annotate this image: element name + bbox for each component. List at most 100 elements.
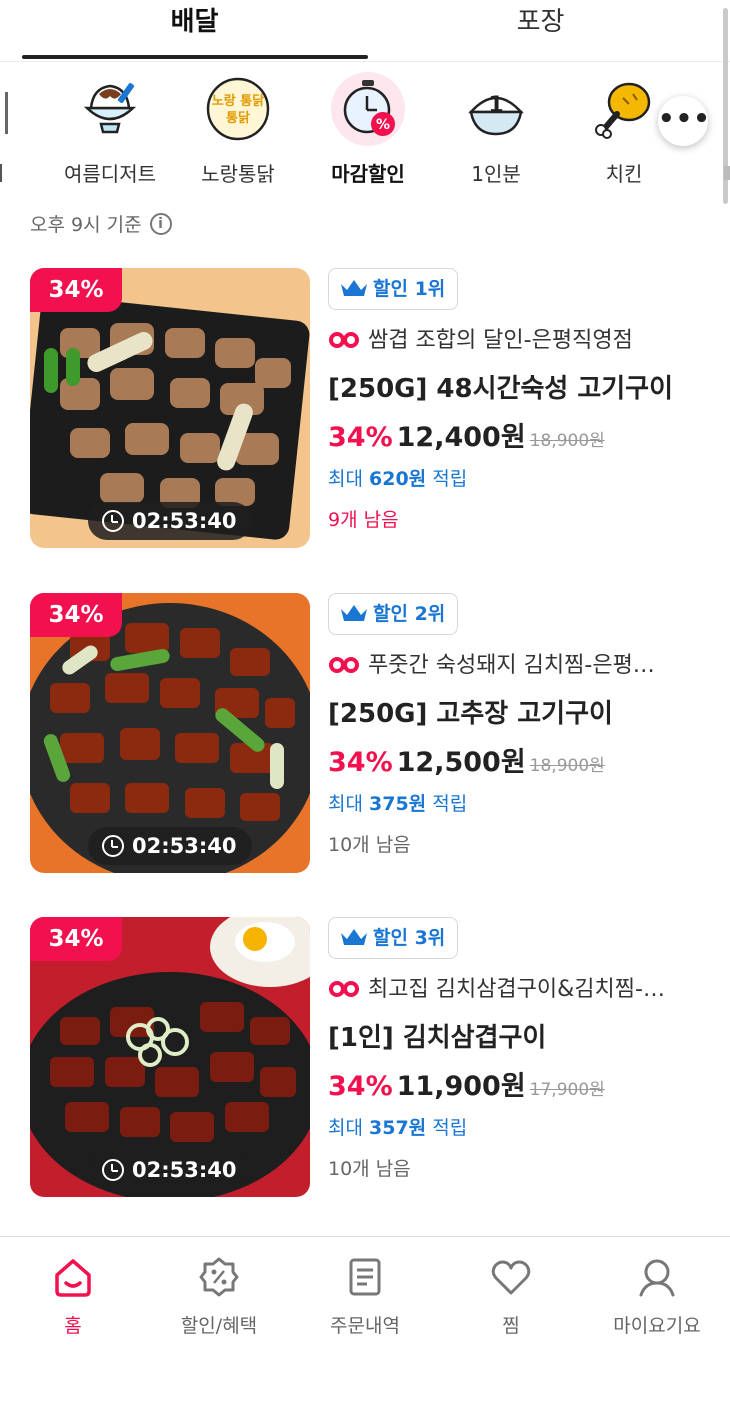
bottom-navigation: 홈 할인/혜택 주문내역 찜 마이요기요: [0, 1236, 730, 1405]
product-image[interactable]: 34% 02:53:40: [30, 917, 310, 1197]
category-closing-sale[interactable]: % 마감할인: [308, 72, 428, 187]
points-prefix: 최대: [328, 1117, 363, 1139]
store-name-text: 최고집 김치삼겹구이&김치찜-…: [368, 977, 665, 1002]
category-label: 노랑통닭: [201, 162, 275, 186]
home-icon: [51, 1255, 95, 1299]
nav-discounts[interactable]: 할인/혜택: [146, 1255, 292, 1338]
discount-rate: 34%: [328, 422, 393, 453]
store-name-text: 푸줏간 숙성돼지 김치찜-은평…: [368, 653, 655, 678]
points-suffix: 적립: [432, 793, 468, 815]
discount-rate: 34%: [328, 1071, 393, 1102]
rank-badge: 할인 3위: [328, 917, 459, 959]
product-card[interactable]: 34% 02:53:40 할인 3위 최고집 김치삼겹구이&김치찜-… [1인]…: [0, 917, 730, 1207]
sale-price: 11,900원: [396, 1071, 526, 1102]
product-info[interactable]: 할인 1위 쌈겹 조합의 달인-은평직영점 [250G] 48시간숙성 고기구이…: [328, 268, 718, 532]
timer-text: 02:53:40: [132, 1158, 237, 1182]
product-name[interactable]: [250G] 48시간숙성 고기구이: [328, 368, 718, 405]
nav-label: 주문내역: [330, 1315, 400, 1337]
discount-badge: 34%: [30, 593, 122, 637]
timer-text: 02:53:40: [132, 834, 237, 858]
top-tab-bar: 배달 포장: [0, 0, 730, 62]
countdown-timer: 02:53:40: [88, 1151, 252, 1189]
norang-logo-text: 노랑 통닭: [212, 94, 264, 109]
discount-tag-icon: [197, 1255, 241, 1299]
original-price: 18,900원: [529, 431, 605, 451]
price-row: 34% 11,900원 17,900원: [328, 1064, 718, 1103]
svg-text:%: %: [376, 117, 390, 133]
nav-label: 찜: [502, 1315, 520, 1337]
svg-text:통닭: 통닭: [226, 111, 250, 126]
original-price: 18,900원: [529, 756, 605, 776]
more-options-button[interactable]: •••: [658, 96, 710, 146]
price-row: 34% 12,500원 18,900원: [328, 740, 718, 779]
countdown-timer: 02:53:40: [88, 502, 252, 540]
heart-icon: [489, 1255, 533, 1299]
category-label: 1인분: [471, 162, 521, 186]
points-prefix: 최대: [328, 468, 363, 490]
points-info: 최대 620원 적립: [328, 464, 718, 491]
points-suffix: 적립: [432, 1117, 468, 1139]
category-label: 마감할인: [331, 162, 405, 186]
svg-text:1: 1: [488, 93, 503, 118]
nav-label: 마이요기요: [613, 1315, 701, 1337]
discount-badge: 34%: [30, 917, 122, 961]
discount-rate: 34%: [328, 747, 393, 778]
points-info: 최대 375원 적립: [328, 789, 718, 816]
tab-pickup[interactable]: 포장: [368, 0, 713, 60]
bingsu-icon: [73, 72, 147, 146]
product-card[interactable]: 34% 02:53:40 할인 2위 푸줏간 숙성돼지 김치찜-은평… [250…: [0, 593, 730, 883]
discount-badge: 34%: [30, 268, 122, 312]
nav-my-yogiyo[interactable]: 마이요기요: [584, 1255, 730, 1338]
product-info[interactable]: 할인 3위 최고집 김치삼겹구이&김치찜-… [1인] 김치삼겹구이 34% 11…: [328, 917, 718, 1181]
store-name[interactable]: 쌈겹 조합의 달인-은평직영점: [328, 322, 708, 354]
clock-icon: [102, 835, 124, 857]
points-suffix: 적립: [432, 468, 468, 490]
category-summer-dessert[interactable]: 여름디저트: [50, 72, 170, 187]
rank-label: 할인 2위: [373, 603, 446, 625]
nav-home[interactable]: 홈: [0, 1255, 146, 1338]
product-card[interactable]: 34% 02:53:40 할인 1위 쌈겹 조합의 달인-은평직영점 [250G…: [0, 268, 730, 558]
nav-orders[interactable]: 주문내역: [292, 1255, 438, 1338]
rank-badge: 할인 2위: [328, 593, 459, 635]
rank-label: 할인 1위: [373, 278, 446, 300]
remaining-stock: 10개 남음: [328, 1158, 411, 1180]
store-name[interactable]: 푸줏간 숙성돼지 김치찜-은평…: [328, 647, 708, 679]
original-price: 17,900원: [529, 1080, 605, 1100]
category-label: 치킨: [605, 162, 643, 186]
timer-text: 02:53:40: [132, 509, 237, 533]
product-info[interactable]: 할인 2위 푸줏간 숙성돼지 김치찜-은평… [250G] 고추장 고기구이 3…: [328, 593, 718, 857]
product-image[interactable]: 34% 02:53:40: [30, 593, 310, 873]
time-basis-text: 오후 9시 기준: [30, 214, 142, 236]
nav-favorites[interactable]: 찜: [438, 1255, 584, 1338]
profile-icon: [635, 1255, 679, 1299]
product-name[interactable]: [250G] 고추장 고기구이: [328, 693, 718, 730]
yogiyo-logo-icon: [329, 332, 359, 348]
stopwatch-discount-icon: %: [331, 72, 405, 146]
price-row: 34% 12,400원 18,900원: [328, 415, 718, 454]
crown-icon: [341, 929, 367, 945]
rank-badge: 할인 1위: [328, 268, 459, 310]
yogiyo-logo-icon: [329, 657, 359, 673]
active-tab-indicator: [22, 55, 368, 59]
crown-icon: [341, 605, 367, 621]
tab-delivery[interactable]: 배달: [22, 0, 367, 60]
yogiyo-logo-icon: [329, 981, 359, 997]
partial-category-icon[interactable]: [0, 92, 8, 134]
info-icon[interactable]: i: [149, 212, 172, 235]
rank-label: 할인 3위: [373, 927, 446, 949]
sale-price: 12,400원: [396, 422, 526, 453]
points-amount: 620원: [369, 468, 427, 490]
store-name[interactable]: 최고집 김치삼겹구이&김치찜-…: [328, 971, 708, 1003]
partial-category-label: [724, 166, 730, 180]
product-name[interactable]: [1인] 김치삼겹구이: [328, 1017, 718, 1054]
category-norang[interactable]: 노랑 통닭 통닭 노랑통닭: [178, 72, 298, 187]
countdown-timer: 02:53:40: [88, 827, 252, 865]
category-row[interactable]: 여름디저트 노랑 통닭 통닭 노랑통닭 % 마감할인 1 1인분 치킨: [0, 72, 730, 192]
norang-logo-icon: 노랑 통닭 통닭: [201, 72, 275, 146]
category-label: 여름디저트: [64, 162, 156, 186]
rice-bowl-icon: 1: [459, 72, 533, 146]
product-image[interactable]: 34% 02:53:40: [30, 268, 310, 548]
remaining-stock: 10개 남음: [328, 834, 411, 856]
category-single-serving[interactable]: 1 1인분: [436, 72, 556, 187]
points-info: 최대 357원 적립: [328, 1113, 718, 1140]
